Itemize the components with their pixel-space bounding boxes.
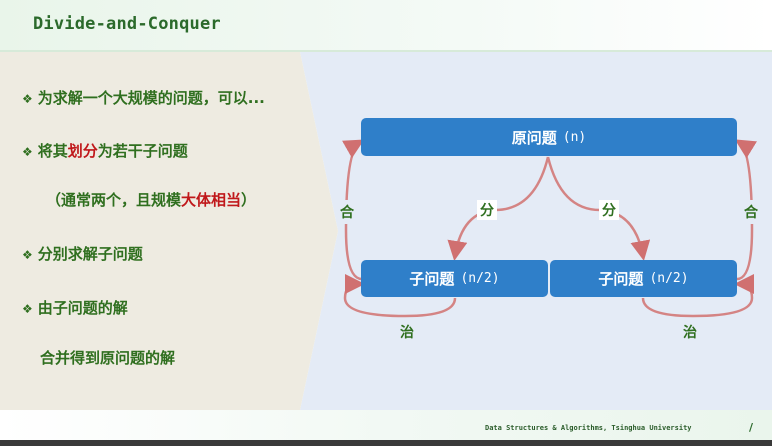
footer-course-text: Data Structures & Algorithms, Tsinghua U… bbox=[485, 424, 692, 432]
page-number: / bbox=[749, 421, 754, 434]
diagram-arrows bbox=[342, 139, 758, 318]
combine-right-label: 合 bbox=[744, 200, 758, 224]
bottom-bar bbox=[0, 440, 772, 446]
right-subproblem-box: 子问题 (n/2) bbox=[550, 260, 737, 297]
divide-right-label: 分 bbox=[599, 200, 619, 220]
box-label: 子问题 bbox=[598, 270, 644, 288]
conquer-left-label: 治 bbox=[400, 325, 414, 341]
divide-left-arrow bbox=[447, 156, 550, 261]
left-subproblem-box: 子问题 (n/2) bbox=[361, 260, 548, 297]
box-size: (n/2) bbox=[649, 271, 689, 286]
box-label: 原问题 bbox=[511, 128, 557, 147]
combine-left-label: 合 bbox=[340, 200, 354, 224]
conquer-right-label: 治 bbox=[683, 325, 697, 341]
divide-right-arrow bbox=[546, 156, 651, 261]
box-size: (n) bbox=[562, 129, 587, 145]
root-problem-box: 原问题 (n) bbox=[361, 118, 737, 156]
divide-left-label: 分 bbox=[477, 200, 497, 220]
box-label: 子问题 bbox=[409, 270, 455, 288]
box-size: (n/2) bbox=[460, 271, 500, 286]
